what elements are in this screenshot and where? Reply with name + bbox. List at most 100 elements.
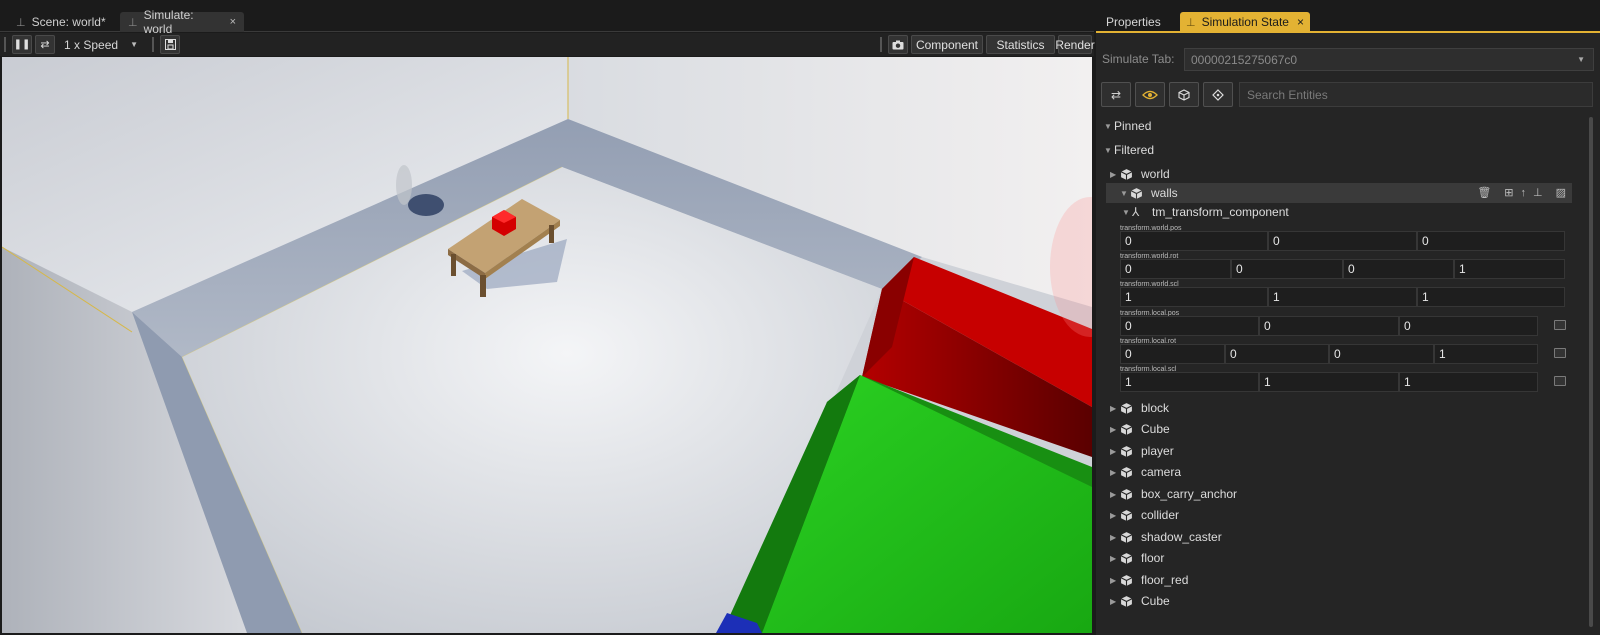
tree-scrollbar[interactable] [1589, 117, 1593, 627]
close-icon[interactable]: × [230, 16, 236, 28]
entity-filter-button[interactable] [1169, 82, 1199, 107]
simulate-tab-value: 00000215275067c0 [1191, 52, 1298, 67]
prop-field[interactable]: 0 [1259, 316, 1399, 336]
tree-item-cube[interactable]: ▶ Cube [1096, 419, 1582, 439]
prop-field[interactable]: 0 [1120, 259, 1231, 279]
right-panel: Properties ⊥ Simulation State × Simulate… [1096, 0, 1600, 635]
simulation-toolbar: ❚❚ ⇄ 1 x Speed ▼ Component Statistics Re… [0, 33, 1095, 56]
chevron-right-icon: ▶ [1110, 510, 1117, 520]
visibility-button[interactable] [1135, 82, 1165, 107]
tab-simulate-world[interactable]: ⊥ Simulate: world × [120, 8, 244, 36]
tree-item-block[interactable]: ▶ block [1096, 398, 1582, 418]
component-filter-button[interactable] [1203, 82, 1233, 107]
tree-item-camera[interactable]: ▶ camera [1096, 462, 1582, 482]
sync-button[interactable]: ⇄ [1101, 82, 1131, 107]
speed-dropdown[interactable]: 1 x Speed ▼ [58, 35, 144, 54]
entity-label: block [1141, 401, 1170, 415]
hierarchy-icon[interactable]: ⊞ [1504, 186, 1513, 199]
prop-field[interactable]: 0 [1120, 316, 1259, 336]
toolbar-separator [880, 37, 882, 52]
statistics-button[interactable]: Statistics [986, 35, 1055, 54]
render-button[interactable]: Render [1055, 35, 1095, 54]
pause-button[interactable]: ❚❚ [12, 35, 32, 54]
image-icon[interactable]: ▨ [1556, 186, 1566, 199]
speed-value: 1 x Speed [64, 37, 119, 52]
entity-tree: ▼ Pinned ▼ Filtered ▶ world ▼ walls 🗑 ⊞ … [1096, 114, 1582, 635]
tree-item-collider[interactable]: ▶ collider [1096, 505, 1582, 525]
group-label: Filtered [1114, 143, 1155, 157]
loop-icon: ⇄ [40, 39, 50, 51]
loop-button[interactable]: ⇄ [35, 35, 55, 54]
component-button[interactable]: Component [911, 35, 983, 54]
entity-label: floor_red [1141, 573, 1189, 587]
entity-label: Cube [1141, 594, 1170, 608]
screenshot-button[interactable] [888, 35, 908, 54]
target-icon [1212, 88, 1224, 101]
prop-field[interactable]: 1 [1417, 287, 1565, 307]
trash-icon[interactable]: 🗑 [1477, 186, 1491, 199]
tree-group-filtered[interactable]: ▼ Filtered [1096, 140, 1582, 160]
prop-field[interactable]: 1 [1399, 372, 1538, 392]
prop-field[interactable]: 1 [1120, 372, 1259, 392]
image-icon[interactable] [1554, 320, 1566, 330]
tab-simulation-state[interactable]: ⊥ Simulation State × [1180, 12, 1310, 32]
image-icon[interactable] [1554, 376, 1566, 386]
prop-field[interactable]: 0 [1231, 259, 1343, 279]
prop-field[interactable]: 1 [1268, 287, 1417, 307]
prop-field[interactable]: 0 [1417, 231, 1565, 251]
prop-field[interactable]: 0 [1268, 231, 1417, 251]
cube-icon [1120, 423, 1133, 435]
pin-icon[interactable]: ⊥ [1533, 186, 1543, 199]
search-input[interactable] [1239, 82, 1593, 107]
tree-group-pinned[interactable]: ▼ Pinned [1096, 116, 1582, 136]
cube-icon [1120, 466, 1133, 478]
loop-icon: ⇄ [1110, 87, 1122, 102]
eye-icon [1142, 90, 1158, 99]
prop-field[interactable]: 1 [1120, 287, 1268, 307]
prop-field[interactable]: 0 [1343, 259, 1454, 279]
entity-label: shadow_caster [1141, 530, 1222, 544]
image-icon[interactable] [1554, 348, 1566, 358]
prop-field[interactable]: 1 [1454, 259, 1565, 279]
tab-properties[interactable]: Properties [1100, 12, 1167, 32]
simulate-tab-label: Simulate Tab: [1102, 52, 1175, 66]
tree-item-world[interactable]: ▶ world [1096, 164, 1582, 184]
pin-icon: ⊥ [128, 16, 138, 29]
cube-icon [1120, 168, 1133, 180]
entity-label: player [1141, 444, 1174, 458]
chevron-right-icon: ▶ [1110, 596, 1117, 606]
cube-icon [1178, 88, 1190, 101]
prop-field[interactable]: 1 [1434, 344, 1538, 364]
tree-item-walls[interactable]: ▼ walls 🗑 ⊞ ↑ ⊥ ▨ [1106, 183, 1572, 203]
save-button[interactable] [160, 35, 180, 54]
tree-item-floor-red[interactable]: ▶ floor_red [1096, 570, 1582, 590]
prop-field[interactable]: 0 [1399, 316, 1538, 336]
chevron-right-icon: ▶ [1110, 532, 1117, 542]
prop-field[interactable]: 1 [1259, 372, 1399, 392]
tab-scene-world[interactable]: ⊥ Scene: world* [8, 12, 114, 32]
3d-viewport[interactable] [2, 57, 1092, 633]
tree-item-cube-2[interactable]: ▶ Cube [1096, 591, 1582, 611]
arrow-up-icon[interactable]: ↑ [1521, 187, 1527, 199]
prop-field[interactable]: 0 [1120, 344, 1225, 364]
tree-item-floor[interactable]: ▶ floor [1096, 548, 1582, 568]
group-label: Pinned [1114, 119, 1152, 133]
entity-label: box_carry_anchor [1141, 487, 1238, 501]
prop-field[interactable]: 0 [1120, 231, 1268, 251]
tree-item-transform-component[interactable]: ▼ ⅄ tm_transform_component [1096, 202, 1582, 222]
pin-icon: ⊥ [16, 16, 26, 29]
camera-icon [892, 40, 904, 49]
close-icon[interactable]: × [1297, 15, 1304, 29]
pause-icon: ❚❚ [13, 39, 31, 50]
tree-item-box-carry-anchor[interactable]: ▶ box_carry_anchor [1096, 484, 1582, 504]
simulate-tab-dropdown[interactable]: 00000215275067c0 ▼ [1184, 48, 1594, 71]
left-tab-bar: ⊥ Scene: world* ⊥ Simulate: world × [0, 0, 1094, 36]
tree-item-player[interactable]: ▶ player [1096, 441, 1582, 461]
prop-field[interactable]: 0 [1329, 344, 1434, 364]
chevron-down-icon: ▼ [1104, 121, 1112, 131]
chevron-right-icon: ▶ [1110, 169, 1117, 179]
cube-icon [1120, 488, 1133, 500]
prop-field[interactable]: 0 [1225, 344, 1329, 364]
entity-label: camera [1141, 465, 1182, 479]
tree-item-shadow-caster[interactable]: ▶ shadow_caster [1096, 527, 1582, 547]
